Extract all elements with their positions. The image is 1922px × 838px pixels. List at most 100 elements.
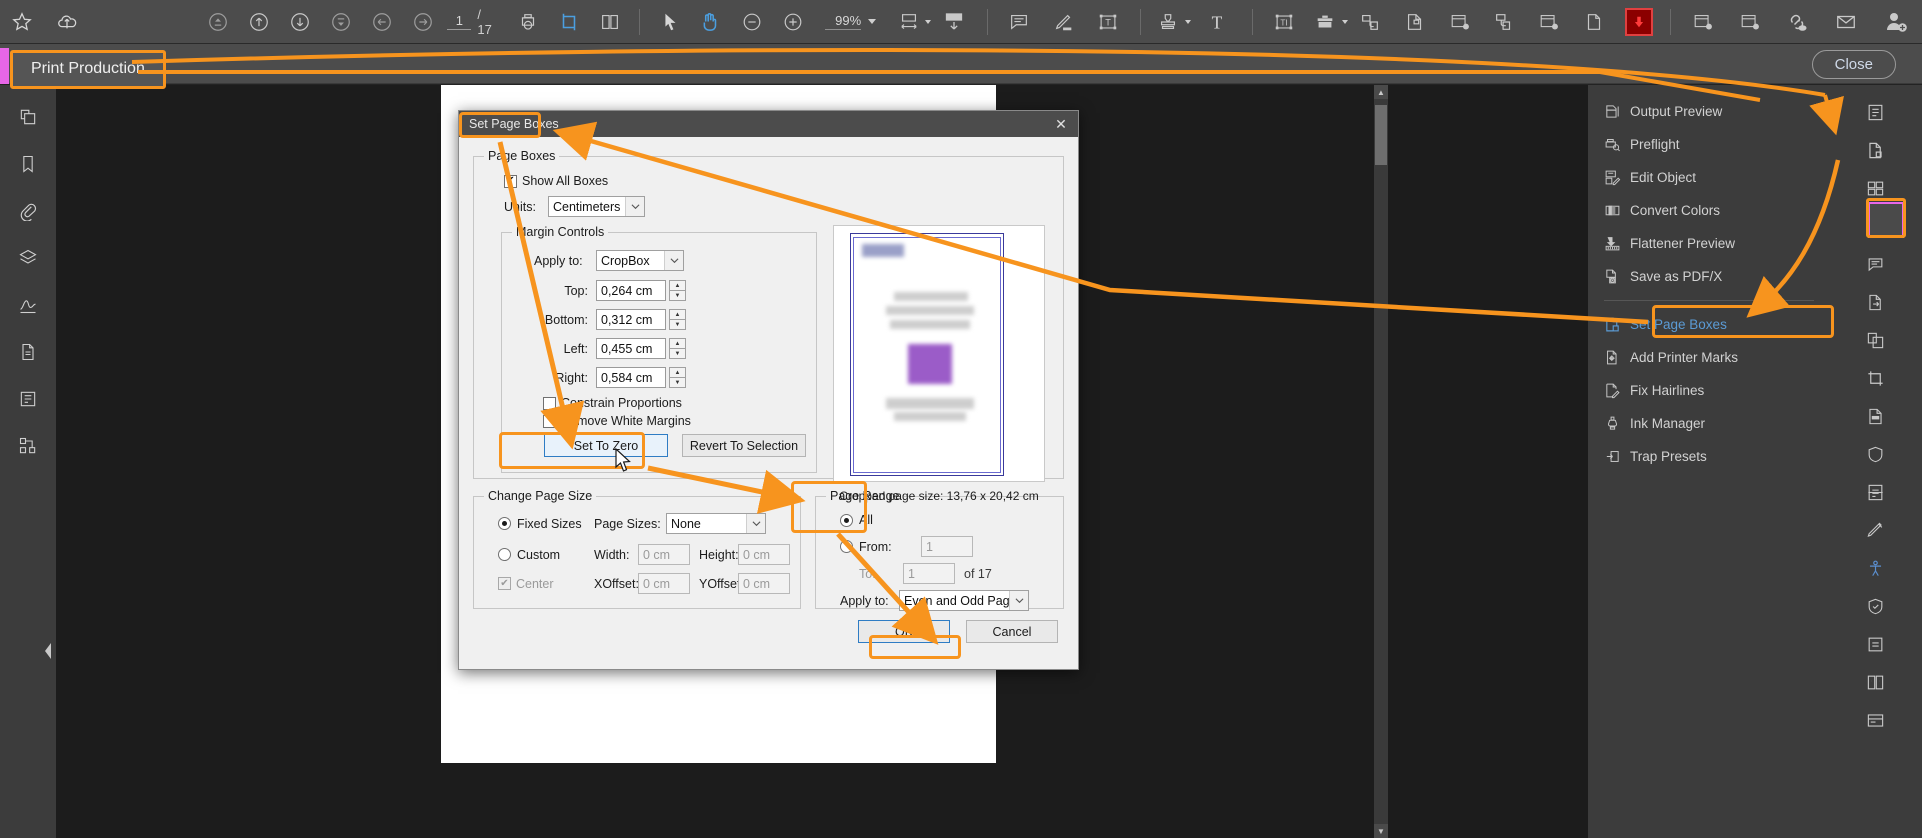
previous-view-icon[interactable] — [361, 0, 402, 44]
crop-pages-icon[interactable] — [548, 0, 589, 44]
panel-item-fix-hairlines[interactable]: Fix Hairlines — [1588, 374, 1828, 407]
fit-width-icon[interactable] — [888, 0, 929, 44]
chevron-down-icon[interactable] — [1009, 591, 1028, 610]
panel-item-flattener-preview[interactable]: Flattener Preview — [1588, 227, 1828, 260]
stamp-tool-icon[interactable] — [1828, 625, 1922, 663]
chevron-down-icon[interactable] — [746, 514, 765, 533]
stepper-up-icon[interactable]: ▲ — [669, 309, 686, 319]
chevron-down-icon[interactable] — [664, 251, 683, 270]
panel-item-add-printer-marks[interactable]: Add Printer Marks — [1588, 341, 1828, 374]
select-tool-icon[interactable] — [649, 0, 690, 44]
close-icon[interactable]: ✕ — [1052, 115, 1070, 133]
tags-icon[interactable] — [0, 375, 56, 422]
signatures-icon[interactable] — [0, 281, 56, 328]
link-share-icon[interactable] — [1773, 0, 1821, 44]
custom-radio-wrap[interactable]: Custom — [484, 548, 594, 562]
download-marked-icon[interactable] — [1616, 0, 1661, 44]
center-checkbox[interactable] — [498, 577, 511, 590]
center-checkbox-wrap[interactable]: Center — [484, 577, 594, 591]
panel-item-convert-colors[interactable]: Convert Colors — [1588, 194, 1828, 227]
certificates-icon[interactable] — [1828, 587, 1922, 625]
text-field-icon[interactable]: TI — [1262, 0, 1307, 44]
toolbox-icon[interactable] — [1307, 0, 1344, 44]
stepper-up-icon[interactable]: ▲ — [669, 338, 686, 348]
model-tree-icon[interactable] — [0, 422, 56, 469]
to-page-input[interactable]: 1 — [903, 563, 955, 584]
height-input[interactable]: 0 cm — [738, 544, 790, 565]
measure-icon[interactable] — [1828, 511, 1922, 549]
remove-white-margins-checkbox[interactable] — [543, 414, 556, 428]
constrain-proportions-checkbox[interactable] — [543, 396, 556, 410]
scrollbar-thumb[interactable] — [1375, 105, 1387, 165]
show-all-boxes-checkbox[interactable] — [504, 174, 517, 188]
show-all-boxes-row[interactable]: Show All Boxes — [504, 174, 1053, 188]
scroll-down-arrow[interactable]: ▼ — [1374, 824, 1388, 838]
panel-item-preflight[interactable]: Preflight — [1588, 128, 1828, 161]
print-icon[interactable] — [507, 0, 548, 44]
layers-icon[interactable] — [0, 234, 56, 281]
compare-files-icon[interactable] — [1828, 663, 1922, 701]
compare-icon[interactable] — [1437, 0, 1482, 44]
panel-item-save-as-pdfx[interactable]: Save as PDF/X — [1588, 260, 1828, 293]
page-sizes-select[interactable]: None — [666, 513, 766, 534]
crop-icon[interactable] — [1828, 359, 1922, 397]
form-settings-icon[interactable] — [1527, 0, 1572, 44]
chevron-down-icon[interactable] — [625, 197, 644, 216]
hand-tool-icon[interactable] — [690, 0, 731, 44]
right-margin-input[interactable]: 0,584 cm — [596, 367, 666, 388]
form-properties-icon[interactable] — [1680, 0, 1727, 44]
add-text-icon[interactable]: T — [1191, 0, 1243, 44]
stepper-up-icon[interactable]: ▲ — [669, 280, 686, 290]
page-thumbnails-icon[interactable] — [0, 93, 56, 140]
comment-icon[interactable] — [1828, 245, 1922, 283]
stepper-down-icon[interactable]: ▼ — [669, 377, 686, 388]
revert-to-selection-button[interactable]: Revert To Selection — [682, 434, 806, 457]
first-page-icon[interactable] — [197, 0, 238, 44]
stepper-down-icon[interactable]: ▼ — [669, 348, 686, 359]
page-thumbnail-icon[interactable] — [1393, 0, 1438, 44]
create-pdf-icon[interactable] — [1828, 93, 1922, 131]
next-view-icon[interactable] — [402, 0, 443, 44]
export-pdf-icon[interactable] — [1828, 283, 1922, 321]
snapshot-icon[interactable] — [931, 0, 978, 44]
redact-icon[interactable] — [1828, 397, 1922, 435]
form-editor-icon[interactable] — [1726, 0, 1773, 44]
all-pages-row[interactable]: All — [840, 513, 1053, 527]
cancel-button[interactable]: Cancel — [966, 620, 1058, 643]
left-margin-stepper[interactable]: ▲ ▼ — [669, 338, 686, 359]
combine-files-icon[interactable] — [1828, 321, 1922, 359]
bottom-margin-stepper[interactable]: ▲ ▼ — [669, 309, 686, 330]
from-page-radio[interactable] — [840, 540, 853, 553]
zoom-in-icon[interactable] — [772, 0, 813, 44]
bookmarks-icon[interactable] — [0, 140, 56, 187]
zoom-level-value[interactable]: 99% — [825, 13, 862, 30]
extract-pages-icon[interactable] — [1482, 0, 1527, 44]
panel-item-output-preview[interactable]: Output Preview — [1588, 95, 1828, 128]
text-box-icon[interactable]: T — [1086, 0, 1131, 44]
left-margin-input[interactable]: 0,455 cm — [596, 338, 666, 359]
units-select[interactable]: Centimeters — [548, 196, 645, 217]
stepper-down-icon[interactable]: ▼ — [669, 319, 686, 330]
right-margin-stepper[interactable]: ▲ ▼ — [669, 367, 686, 388]
from-page-input[interactable]: 1 — [921, 536, 973, 557]
chevron-down-icon[interactable] — [868, 19, 877, 24]
remove-white-margins-row[interactable]: Remove White Margins — [543, 414, 806, 428]
width-input[interactable]: 0 cm — [638, 544, 690, 565]
set-to-zero-button[interactable]: Set To Zero — [544, 434, 668, 457]
highlight-icon[interactable] — [1041, 0, 1086, 44]
stepper-up-icon[interactable]: ▲ — [669, 367, 686, 377]
two-page-view-icon[interactable] — [589, 0, 630, 44]
panel-item-trap-presets[interactable]: Trap Presets — [1588, 440, 1828, 473]
top-margin-stepper[interactable]: ▲ ▼ — [669, 280, 686, 301]
range-apply-to-select[interactable]: Even and Odd Pages — [899, 590, 1029, 611]
left-panel-collapse-handle[interactable] — [42, 640, 54, 662]
xoffset-input[interactable]: 0 cm — [638, 573, 690, 594]
zoom-out-icon[interactable] — [731, 0, 772, 44]
scan-ocr-icon[interactable] — [1828, 701, 1922, 739]
scroll-up-arrow[interactable]: ▲ — [1374, 85, 1388, 99]
upload-cloud-icon[interactable] — [45, 0, 90, 44]
comment-icon[interactable] — [997, 0, 1042, 44]
organize-pages-icon[interactable] — [1348, 0, 1393, 44]
custom-radio[interactable] — [498, 548, 511, 561]
page-down-icon[interactable] — [279, 0, 320, 44]
